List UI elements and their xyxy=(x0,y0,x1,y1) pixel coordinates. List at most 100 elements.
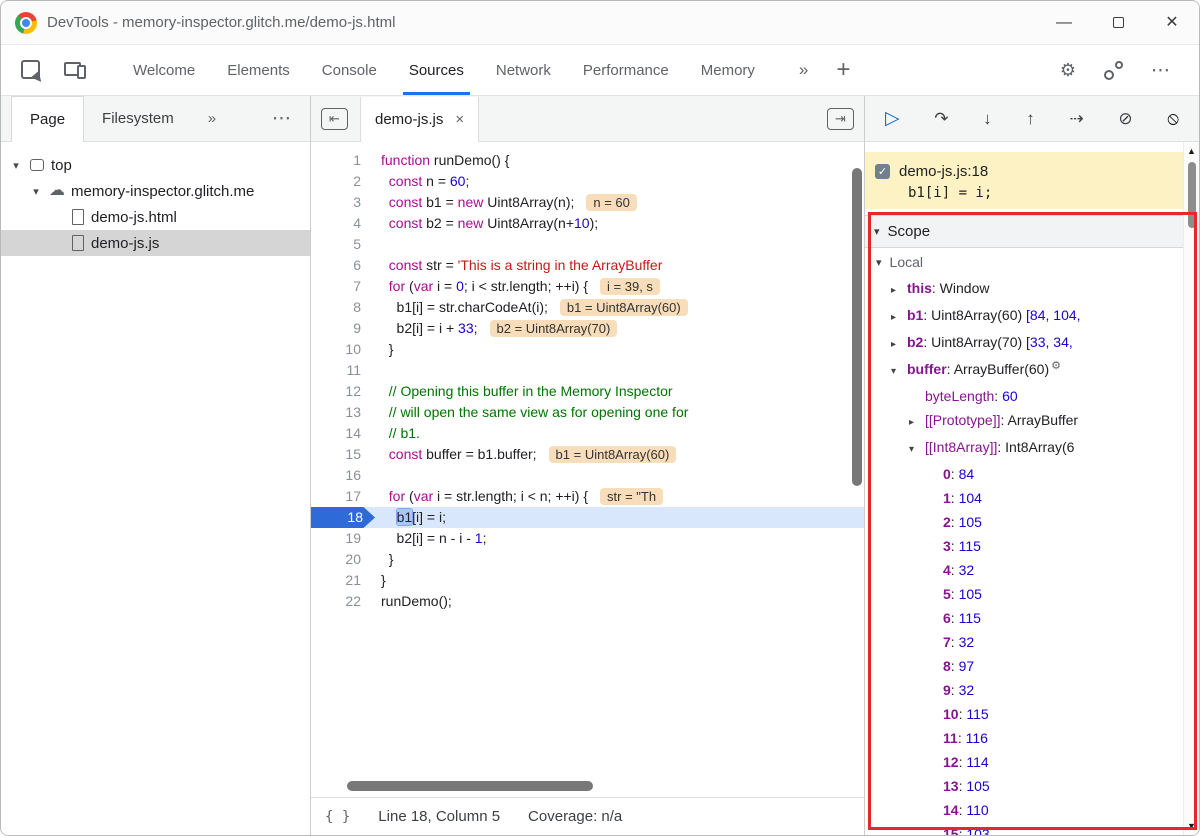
code-line-7[interactable]: 7 for (var i = 0; i < str.length; ++i) {… xyxy=(311,276,864,297)
code-line-12[interactable]: 12 // Opening this buffer in the Memory … xyxy=(311,381,864,402)
more-tabs-button[interactable]: » xyxy=(799,60,808,80)
line-number[interactable]: 12 xyxy=(311,381,375,402)
code-line-2[interactable]: 2 const n = 60; xyxy=(311,171,864,192)
open-in-new-panel-button[interactable]: ⇥ xyxy=(827,107,854,130)
disclosure-triangle-icon[interactable]: ▸ xyxy=(891,306,907,330)
code-line-9[interactable]: 9 b2[i] = i + 33; b2 = Uint8Array(70) xyxy=(311,318,864,339)
line-number[interactable]: 15 xyxy=(311,444,375,465)
line-number[interactable]: 11 xyxy=(311,360,375,381)
code-line-20[interactable]: 20 } xyxy=(311,549,864,570)
tab-sources[interactable]: Sources xyxy=(393,45,480,95)
scope-entry-6[interactable]: 6: 115 xyxy=(865,606,1183,630)
maximize-button[interactable] xyxy=(1091,1,1145,45)
step-into-button[interactable]: ↓ xyxy=(983,109,992,129)
step-over-button[interactable]: ↷ xyxy=(934,109,948,129)
tab-network[interactable]: Network xyxy=(480,45,567,95)
navigator-tab-filesystem[interactable]: Filesystem xyxy=(84,96,192,141)
code-line-18[interactable]: 18 b1[i] = i; xyxy=(311,507,864,528)
line-number[interactable]: 6 xyxy=(311,255,375,276)
tab-elements[interactable]: Elements xyxy=(211,45,306,95)
disclosure-triangle-icon[interactable]: ▾ xyxy=(909,438,925,462)
scope-local-row[interactable]: ▾ Local xyxy=(865,248,1183,276)
line-number[interactable]: 21 xyxy=(311,570,375,591)
code-line-6[interactable]: 6 const str = 'This is a string in the A… xyxy=(311,255,864,276)
pretty-print-button[interactable]: { } xyxy=(325,809,350,825)
code-line-16[interactable]: 16 xyxy=(311,465,864,486)
settings-gear-icon[interactable]: ⚙ xyxy=(1060,60,1076,81)
profiles-icon[interactable] xyxy=(1104,60,1123,80)
execution-pointer-badge[interactable]: 18 xyxy=(311,507,375,528)
scroll-up-icon[interactable]: ▲ xyxy=(1187,142,1196,160)
scope-entry-b2[interactable]: ▸ b2: Uint8Array(70) [33, 34, xyxy=(865,330,1183,357)
scope-entry-2[interactable]: 2: 105 xyxy=(865,510,1183,534)
line-number[interactable]: 16 xyxy=(311,465,375,486)
scope-entry-3[interactable]: 3: 115 xyxy=(865,534,1183,558)
line-number[interactable]: 14 xyxy=(311,423,375,444)
tab-memory[interactable]: Memory xyxy=(685,45,771,95)
scope-entry-5[interactable]: 5: 105 xyxy=(865,582,1183,606)
line-number[interactable]: 1 xyxy=(311,150,375,171)
hide-navigator-button[interactable]: ⇤ xyxy=(321,107,348,130)
tree-item-demo-js-html[interactable]: demo-js.html xyxy=(1,204,310,230)
scope-entry-7[interactable]: 7: 32 xyxy=(865,630,1183,654)
tab-performance[interactable]: Performance xyxy=(567,45,685,95)
sidebar-scrollbar[interactable]: ▲ ▼ xyxy=(1183,142,1199,835)
more-menu-button[interactable]: ⋯ xyxy=(1151,59,1171,82)
navigator-more-menu-button[interactable]: ⋯ xyxy=(272,107,292,130)
disclosure-triangle-icon[interactable]: ▾ xyxy=(891,360,907,384)
scope-entry-4[interactable]: 4: 32 xyxy=(865,558,1183,582)
navigator-more-tabs-button[interactable]: » xyxy=(208,110,216,127)
disclosure-triangle-icon[interactable]: ▸ xyxy=(909,411,925,435)
disclosure-triangle-icon[interactable]: ▸ xyxy=(891,279,907,303)
code-line-17[interactable]: 17 for (var i = str.length; i < n; ++i) … xyxy=(311,486,864,507)
editor-vertical-scrollbar[interactable] xyxy=(852,168,862,486)
dont-pause-on-exceptions-button[interactable]: ⦸ xyxy=(1167,108,1179,129)
breakpoint-entry[interactable]: ✓ demo-js.js:18 b1[i] = i; xyxy=(865,152,1183,209)
scope-entry-b1[interactable]: ▸ b1: Uint8Array(60) [84, 104, xyxy=(865,303,1183,330)
line-number[interactable]: 5 xyxy=(311,234,375,255)
code-line-3[interactable]: 3 const b1 = new Uint8Array(n); n = 60 xyxy=(311,192,864,213)
line-number[interactable]: 13 xyxy=(311,402,375,423)
line-number[interactable]: 2 xyxy=(311,171,375,192)
code-line-8[interactable]: 8 b1[i] = str.charCodeAt(i); b1 = Uint8Ar… xyxy=(311,297,864,318)
scope-entry-buffer[interactable]: ▾ buffer: ArrayBuffer(60) ⚙ xyxy=(865,357,1183,384)
expand-triangle-icon[interactable]: ▾ xyxy=(9,159,23,172)
code-editor[interactable]: 1 function runDemo() {2 const n = 60; 3 co… xyxy=(311,142,864,797)
close-tab-icon[interactable]: × xyxy=(455,111,464,128)
tab-console[interactable]: Console xyxy=(306,45,393,95)
new-tab-button[interactable]: + xyxy=(836,56,850,84)
code-line-14[interactable]: 14 // b1. xyxy=(311,423,864,444)
code-line-1[interactable]: 1 function runDemo() { xyxy=(311,150,864,171)
scope-entry-14[interactable]: 14: 110 xyxy=(865,798,1183,822)
line-number[interactable]: 20 xyxy=(311,549,375,570)
scope-entry-12[interactable]: 12: 114 xyxy=(865,750,1183,774)
scope-entry-bytelength[interactable]: byteLength: 60 xyxy=(865,384,1183,408)
inspect-element-button[interactable] xyxy=(19,58,46,86)
line-number[interactable]: 22 xyxy=(311,591,375,612)
step-out-button[interactable]: ↑ xyxy=(1026,109,1035,129)
close-button[interactable]: ✕ xyxy=(1145,1,1199,45)
line-number[interactable]: 17 xyxy=(311,486,375,507)
resume-script-button[interactable]: ▷ xyxy=(885,107,900,130)
tab-welcome[interactable]: Welcome xyxy=(117,45,211,95)
code-line-11[interactable]: 11 xyxy=(311,360,864,381)
scrollbar-thumb[interactable] xyxy=(1188,162,1196,228)
scope-entry-int8array[interactable]: ▾ [[Int8Array]]: Int8Array(6 xyxy=(865,435,1183,462)
code-line-10[interactable]: 10 } xyxy=(311,339,864,360)
step-button[interactable]: ⇢ xyxy=(1069,109,1083,129)
scope-entry-0[interactable]: 0: 84 xyxy=(865,462,1183,486)
scope-entry-10[interactable]: 10: 115 xyxy=(865,702,1183,726)
editor-tab-demo-js[interactable]: demo-js.js × xyxy=(360,96,480,142)
editor-horizontal-scrollbar[interactable] xyxy=(347,781,593,791)
code-line-13[interactable]: 13 // will open the same view as for ope… xyxy=(311,402,864,423)
navigator-tab-page[interactable]: Page xyxy=(11,96,85,142)
breakpoint-checkbox[interactable]: ✓ xyxy=(875,163,890,179)
tree-item-memory-inspector-glitch-me[interactable]: ▾ memory-inspector.glitch.me xyxy=(1,178,310,204)
reveal-in-memory-inspector-icon[interactable]: ⚙ xyxy=(1051,360,1061,372)
scope-entry-13[interactable]: 13: 105 xyxy=(865,774,1183,798)
line-number[interactable]: 9 xyxy=(311,318,375,339)
scroll-down-icon[interactable]: ▼ xyxy=(1187,817,1196,835)
code-line-4[interactable]: 4 const b2 = new Uint8Array(n+10); xyxy=(311,213,864,234)
expand-triangle-icon[interactable]: ▾ xyxy=(29,185,43,198)
line-number[interactable]: 7 xyxy=(311,276,375,297)
